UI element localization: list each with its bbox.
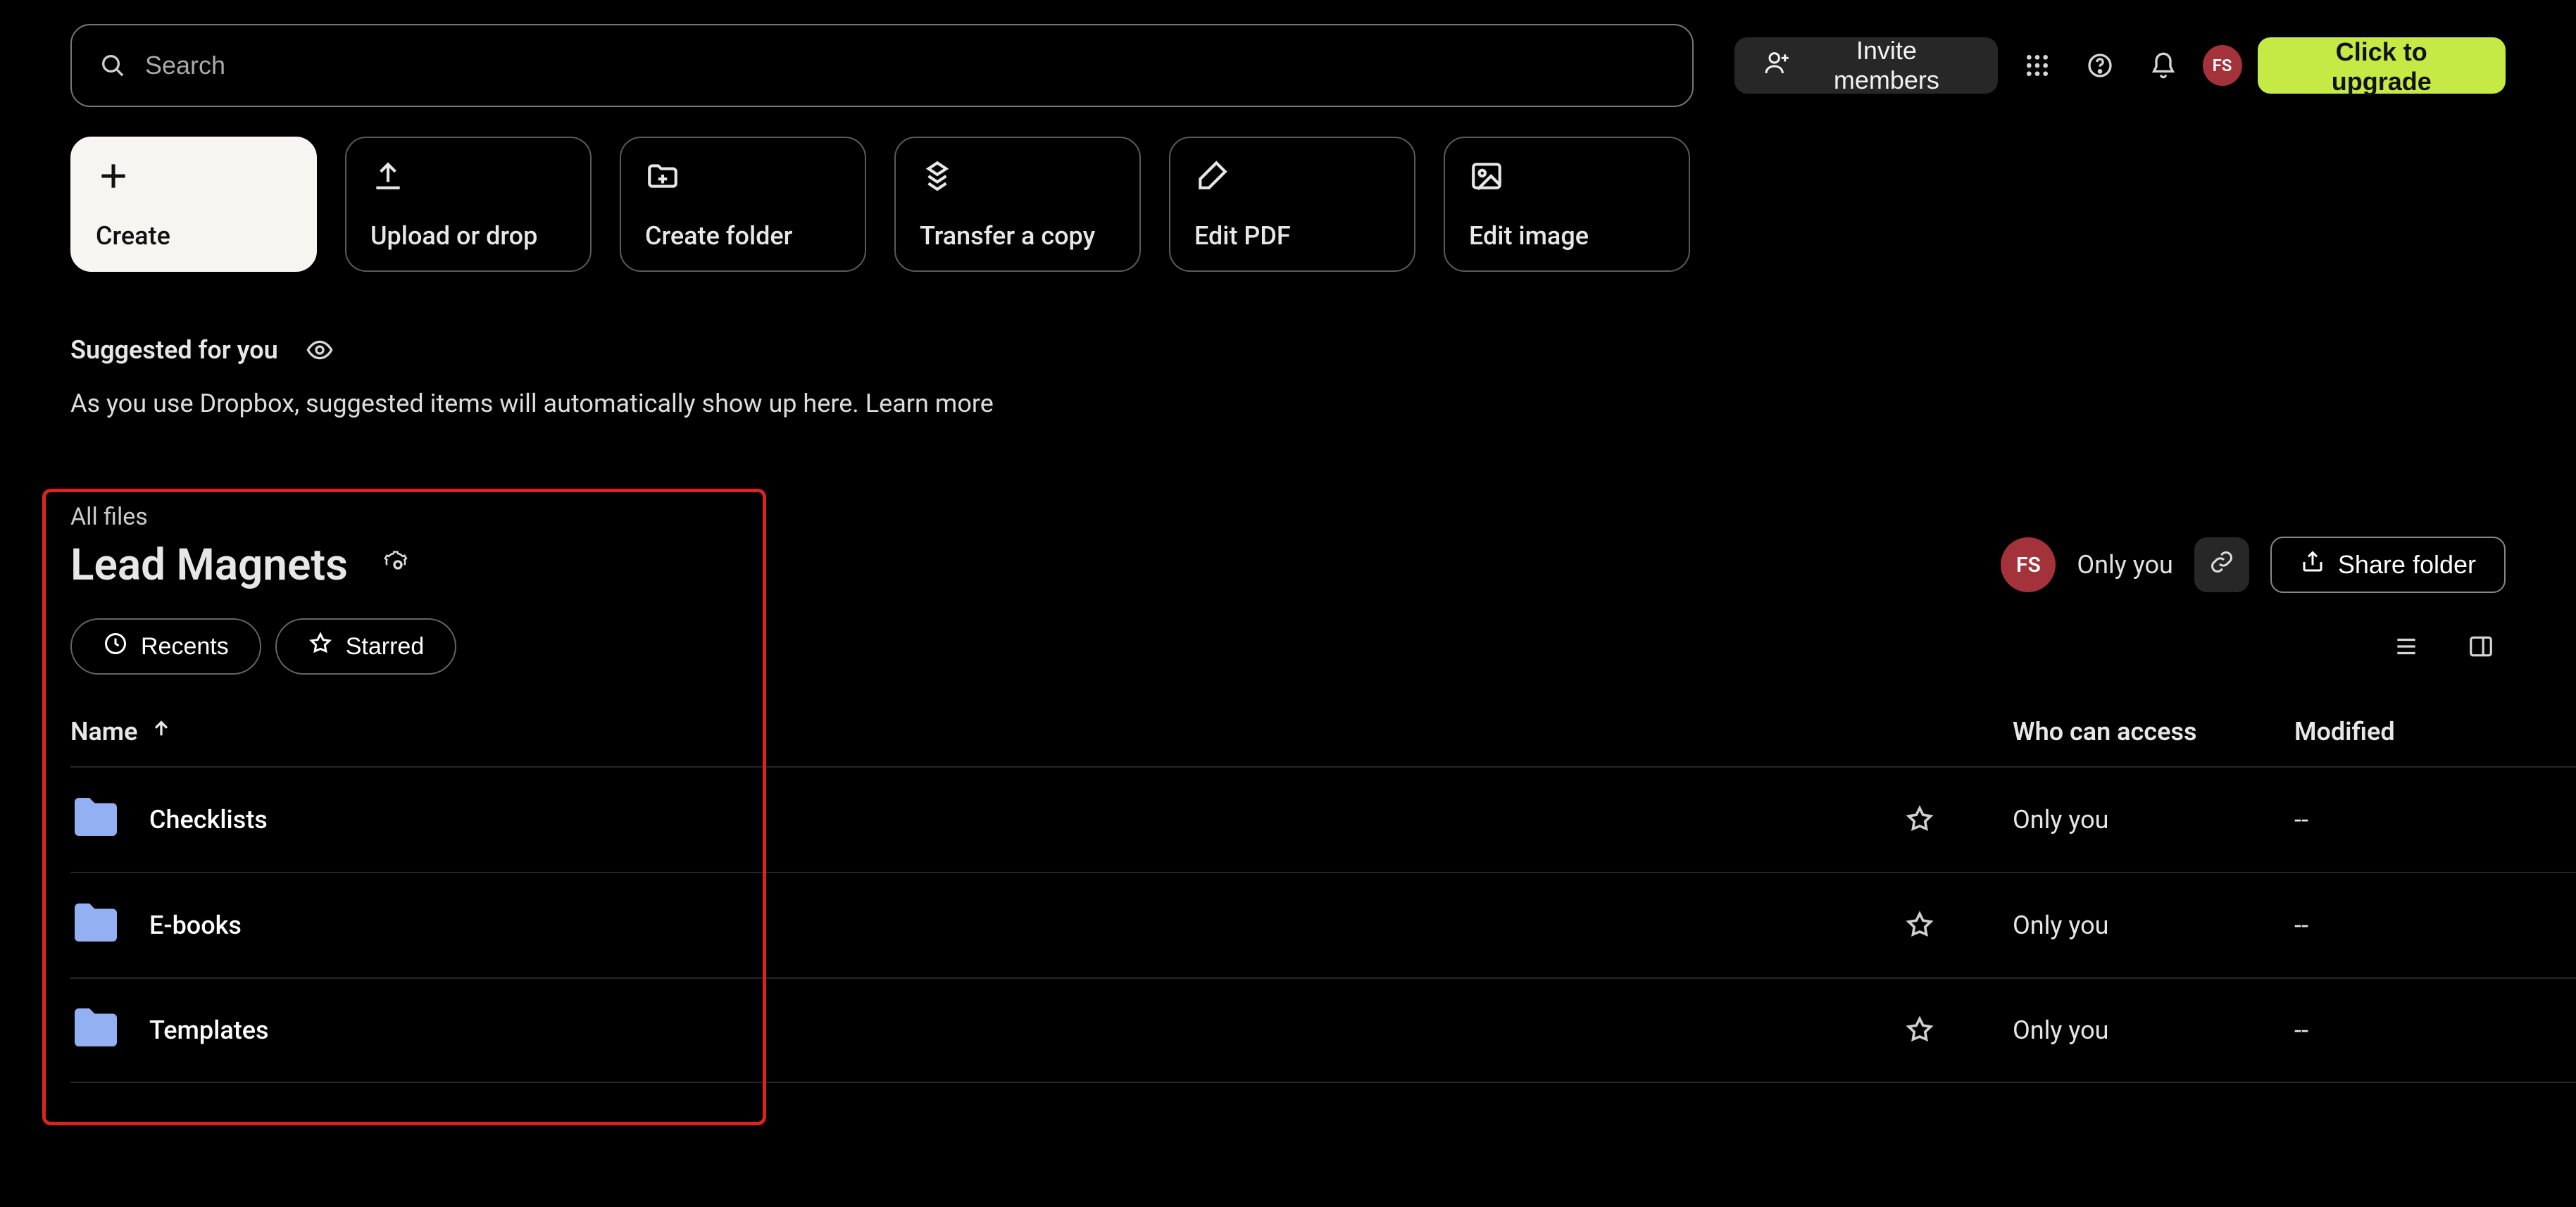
breadcrumb-all-files[interactable]: All files: [70, 503, 148, 531]
folder-settings-button[interactable]: [373, 540, 423, 589]
upload-label: Upload or drop: [370, 221, 590, 251]
file-table: Name Who can access Modified Ch: [70, 717, 2576, 1083]
modified-header-label: Modified: [2294, 717, 2395, 746]
row-modified: --: [2294, 805, 2576, 834]
eye-icon[interactable]: [295, 325, 344, 375]
search-input[interactable]: [70, 24, 1694, 107]
star-row-button[interactable]: [1904, 910, 1935, 941]
folder-access-label: Only you: [2077, 550, 2173, 580]
sort-asc-icon: [150, 717, 173, 746]
invite-members-label: Invite members: [1803, 36, 1970, 95]
transfer-icon: [920, 158, 1139, 200]
create-folder-button[interactable]: Create folder: [620, 137, 866, 272]
folder-title: Lead Magnets: [70, 539, 348, 591]
folder-plus-icon: [645, 158, 865, 200]
name-header-label: Name: [70, 717, 137, 746]
star-row-button[interactable]: [1904, 804, 1935, 835]
create-button[interactable]: Create: [70, 137, 317, 272]
upgrade-button[interactable]: Click to upgrade: [2258, 37, 2506, 94]
column-header-name[interactable]: Name: [70, 717, 2013, 746]
row-access: Only you: [2013, 805, 2294, 834]
folder-owner-avatar[interactable]: FS: [2001, 537, 2056, 592]
star-outline-icon: [308, 631, 333, 663]
learn-more-link[interactable]: Learn more: [865, 389, 994, 418]
create-label: Create: [96, 221, 315, 251]
share-folder-label: Share folder: [2338, 550, 2476, 580]
edit-image-icon: [1469, 158, 1689, 200]
upload-button[interactable]: Upload or drop: [345, 137, 592, 272]
user-avatar[interactable]: FS: [2203, 45, 2242, 86]
recents-label: Recents: [141, 633, 229, 661]
list-view-toggle[interactable]: [2382, 622, 2431, 671]
search-field[interactable]: [70, 24, 1694, 107]
share-folder-button[interactable]: Share folder: [2270, 537, 2506, 593]
copy-link-button[interactable]: [2194, 537, 2249, 592]
starred-filter[interactable]: Starred: [275, 618, 457, 675]
access-header-label: Who can access: [2013, 717, 2196, 746]
row-access: Only you: [2013, 911, 2294, 940]
suggested-text: As you use Dropbox, suggested items will…: [70, 389, 865, 418]
row-name: E-books: [149, 911, 242, 940]
star-row-button[interactable]: [1904, 1015, 1935, 1046]
suggested-heading: Suggested for you: [70, 335, 278, 365]
transfer-label: Transfer a copy: [920, 221, 1139, 251]
create-folder-label: Create folder: [645, 221, 865, 251]
edit-image-label: Edit image: [1469, 221, 1689, 251]
edit-pdf-label: Edit PDF: [1194, 221, 1414, 251]
share-icon: [2300, 549, 2325, 581]
avatar-initials: FS: [2213, 56, 2232, 75]
search-icon: [99, 24, 127, 107]
folder-icon: [70, 796, 121, 844]
table-header: Name Who can access Modified: [70, 717, 2576, 766]
help-icon[interactable]: [2076, 41, 2124, 90]
table-row[interactable]: Checklists Only you --: [70, 766, 2576, 872]
row-modified: --: [2294, 1015, 2576, 1045]
folder-icon: [70, 1006, 121, 1055]
edit-pdf-icon: [1194, 158, 1414, 200]
clock-icon: [103, 631, 128, 663]
table-row[interactable]: Templates Only you --: [70, 977, 2576, 1083]
recents-filter[interactable]: Recents: [70, 618, 261, 675]
app-grid-icon[interactable]: [2013, 41, 2061, 90]
edit-image-button[interactable]: Edit image: [1444, 137, 1690, 272]
starred-label: Starred: [346, 633, 425, 661]
row-name: Templates: [149, 1015, 269, 1045]
plus-icon: [96, 158, 315, 200]
column-header-modified[interactable]: Modified: [2294, 717, 2576, 746]
transfer-copy-button[interactable]: Transfer a copy: [894, 137, 1141, 272]
upload-icon: [370, 158, 590, 200]
folder-icon: [70, 901, 121, 950]
column-header-access[interactable]: Who can access: [2013, 717, 2294, 746]
details-panel-toggle[interactable]: [2456, 622, 2506, 671]
edit-pdf-button[interactable]: Edit PDF: [1169, 137, 1415, 272]
row-access: Only you: [2013, 1015, 2294, 1045]
table-row[interactable]: E-books Only you --: [70, 872, 2576, 977]
row-name: Checklists: [149, 805, 268, 834]
invite-members-button[interactable]: Invite members: [1734, 37, 1998, 94]
row-modified: --: [2294, 911, 2576, 940]
folder-avatar-initials: FS: [2016, 553, 2041, 577]
link-icon: [2209, 549, 2234, 581]
add-user-icon: [1763, 49, 1791, 83]
notifications-icon[interactable]: [2139, 41, 2187, 90]
